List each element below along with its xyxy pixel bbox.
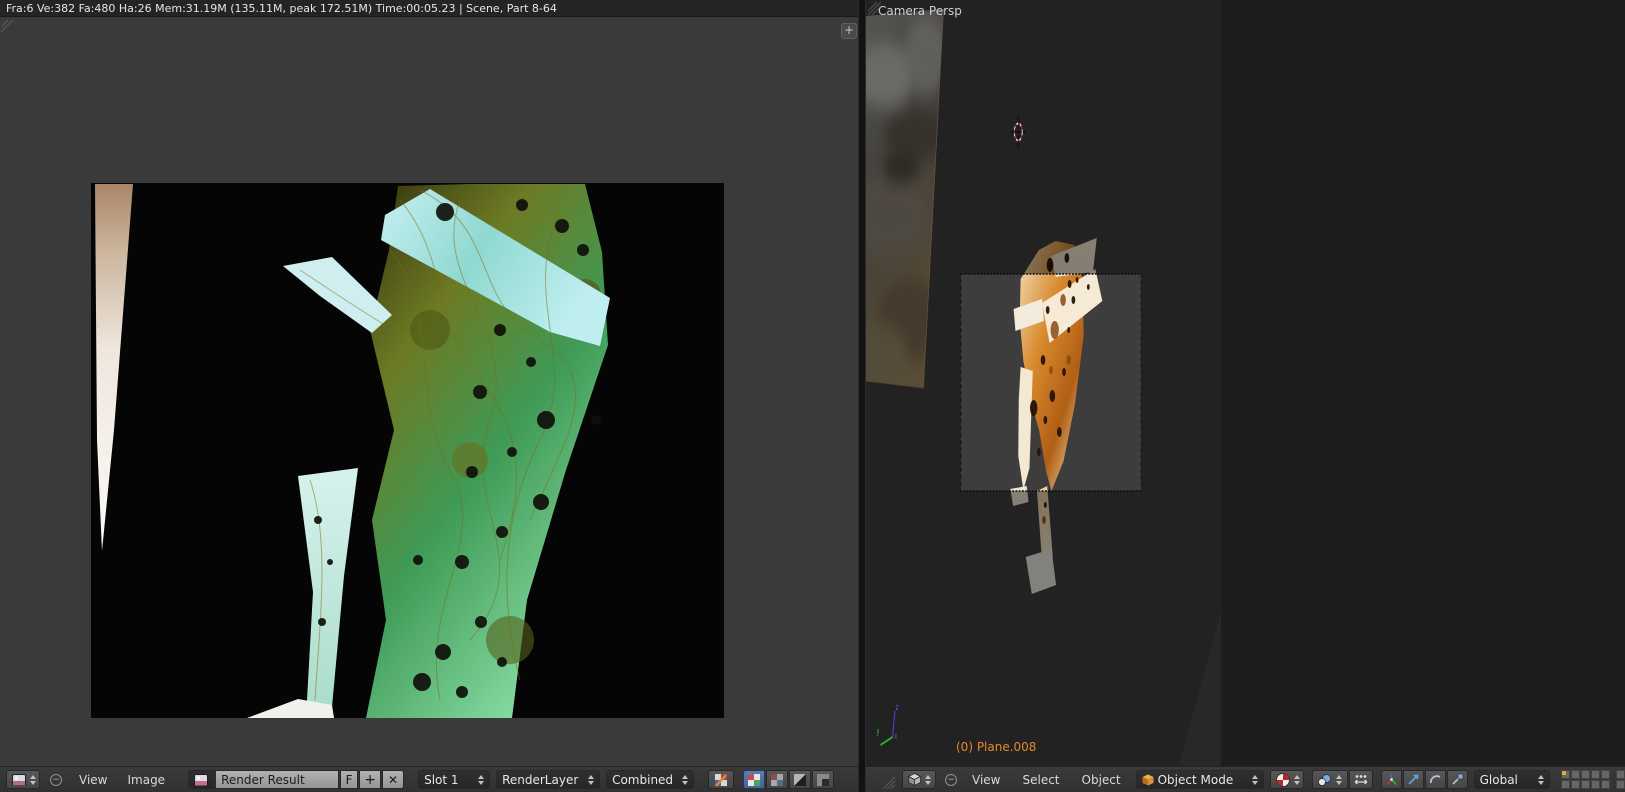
render-result-image (0, 17, 858, 766)
chevron-updown-icon (1294, 775, 1300, 785)
pivot-select[interactable] (1312, 770, 1348, 789)
new-image-button[interactable]: + (359, 770, 381, 789)
fake-user-button[interactable]: F (340, 770, 358, 789)
manipulator-axes-icon (1385, 773, 1398, 786)
manipulator-scale-button[interactable] (1447, 770, 1468, 789)
zbuffer-icon (817, 774, 829, 786)
center-points-toggle[interactable] (1349, 770, 1373, 789)
unlink-image-button[interactable]: ✕ (382, 770, 404, 789)
collapse-menus-icon[interactable]: − (50, 774, 62, 786)
scale-icon (1451, 773, 1464, 786)
plus-icon: + (364, 772, 376, 788)
viewport-panel: y z x Camera Persp (0) Plane.008 (866, 0, 1625, 792)
slot-select[interactable]: Slot 1 (418, 770, 490, 789)
chevron-updown-icon (682, 775, 688, 785)
editor-type-selector[interactable] (6, 770, 40, 789)
menu-object[interactable]: Object (1077, 773, 1126, 787)
datablock-name-field[interactable]: Render Result (215, 770, 339, 789)
rgba-checker-icon (748, 774, 760, 786)
image-editor-icon (12, 774, 26, 786)
chevron-updown-icon (1252, 775, 1258, 785)
object-mode-cube-icon (1142, 774, 1154, 786)
manipulate-centers-icon (1353, 774, 1369, 786)
image-editor-panel: Fra:6 Ve:382 Fa:480 Ha:26 Mem:31.19M (13… (0, 0, 858, 792)
channel-z-button[interactable] (812, 770, 834, 789)
channel-alpha-button[interactable] (789, 770, 811, 789)
blender-window: Fra:6 Ve:382 Fa:480 Ha:26 Mem:31.19M (13… (0, 0, 1625, 792)
image-editor-canvas[interactable]: + (0, 17, 858, 766)
layers-grid-right[interactable] (1616, 770, 1625, 789)
pivot-point-icon (1318, 774, 1331, 786)
image-browse-button[interactable] (188, 770, 214, 789)
axis-x-label: x (894, 730, 896, 742)
close-icon: ✕ (388, 773, 398, 787)
editor-type-selector[interactable] (902, 770, 936, 789)
area-corner-handle[interactable] (882, 776, 896, 790)
menu-view[interactable]: View (967, 773, 1005, 787)
collapse-menus-icon[interactable]: − (945, 774, 957, 786)
axis-z-label: z (896, 701, 898, 713)
renderpass-select[interactable]: Combined (606, 770, 694, 789)
channel-rgba-button[interactable] (743, 770, 765, 789)
menu-image[interactable]: Image (122, 773, 170, 787)
renderlayer-select[interactable]: RenderLayer (496, 770, 600, 789)
manipulator-toggle[interactable] (1381, 770, 1402, 789)
viewport-canvas[interactable]: y z x Camera Persp (0) Plane.008 (866, 0, 1625, 766)
image-paint-icon (714, 773, 728, 787)
image-paint-toggle[interactable] (708, 770, 734, 789)
viewport-shading-icon (1276, 773, 1290, 787)
axis-y-label: y (877, 725, 879, 737)
chevron-updown-icon (588, 775, 594, 785)
viewport-scene: y z x (866, 0, 1625, 766)
shading-select[interactable] (1270, 770, 1304, 789)
mode-select[interactable]: Object Mode (1136, 770, 1264, 789)
translate-arrow-icon (1407, 773, 1420, 786)
orientation-select[interactable]: Global (1474, 770, 1550, 789)
image-editor-header: − View Image Render Result F (0, 766, 858, 792)
viewport-header: − View Select Object Object Mode (866, 766, 1625, 792)
rotate-arc-icon (1429, 773, 1442, 786)
manipulator-rotate-button[interactable] (1425, 770, 1446, 789)
alpha-icon (794, 774, 806, 786)
channel-rgb-button[interactable] (766, 770, 788, 789)
chevron-updown-icon (478, 775, 484, 785)
image-datablock-icon (194, 774, 208, 786)
menu-view[interactable]: View (74, 773, 112, 787)
chevron-updown-icon (1336, 775, 1342, 785)
viewport-editor-icon (908, 773, 921, 786)
menu-select[interactable]: Select (1017, 773, 1064, 787)
render-stats-bar: Fra:6 Ve:382 Fa:480 Ha:26 Mem:31.19M (13… (0, 0, 858, 17)
area-splitter[interactable] (858, 0, 866, 792)
chevron-updown-icon (1538, 775, 1544, 785)
rgb-checker-icon (771, 774, 783, 786)
manipulator-translate-button[interactable] (1403, 770, 1424, 789)
region-expand-button[interactable]: + (841, 23, 857, 39)
layers-grid-left[interactable] (1561, 770, 1610, 789)
